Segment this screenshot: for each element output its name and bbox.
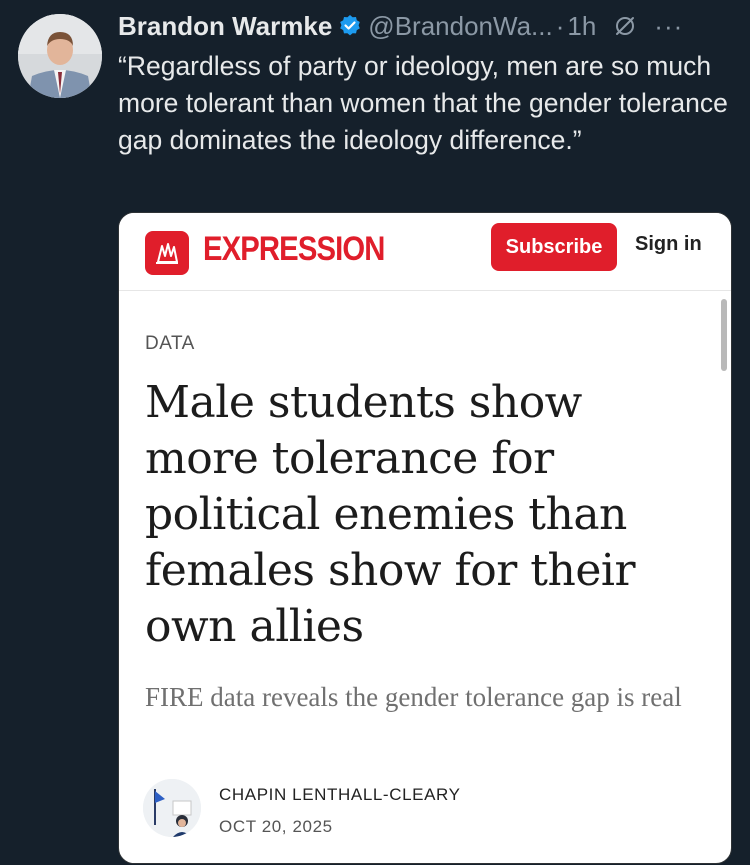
sign-in-link[interactable]: Sign in [635, 233, 702, 256]
link-preview-card[interactable]: EXPRESSION Subscribe Sign in DATA Male s… [118, 212, 732, 864]
article-category[interactable]: DATA [145, 333, 195, 355]
article-author-name[interactable]: CHAPIN LENTHALL-CLEARY [219, 785, 461, 805]
separator: · [555, 10, 565, 41]
card-navbar: EXPRESSION Subscribe Sign in [119, 213, 731, 291]
expression-logo-icon[interactable] [145, 231, 189, 275]
more-icon[interactable]: ··· [654, 11, 683, 42]
subscribe-button[interactable]: Subscribe [491, 223, 617, 271]
author-avatar[interactable] [18, 14, 102, 98]
tweet-header: Brandon Warmke @BrandonWa... · 1h ··· [118, 6, 738, 46]
tweet-text: “Regardless of party or ideology, men ar… [118, 51, 728, 155]
timestamp[interactable]: 1h [567, 11, 596, 42]
display-name[interactable]: Brandon Warmke [118, 11, 332, 42]
article-date: OCT 20, 2025 [219, 817, 333, 836]
handle[interactable]: @BrandonWa... [368, 11, 552, 42]
scrollbar[interactable] [721, 299, 727, 371]
grok-icon[interactable] [614, 15, 636, 37]
article-subheadline: FIRE data reveals the gender tolerance g… [145, 682, 682, 712]
article-author-avatar[interactable] [143, 779, 201, 837]
brand-name[interactable]: EXPRESSION [203, 230, 385, 269]
article-headline[interactable]: Male students show more tolerance for po… [145, 375, 705, 655]
verified-badge-icon [338, 14, 362, 38]
